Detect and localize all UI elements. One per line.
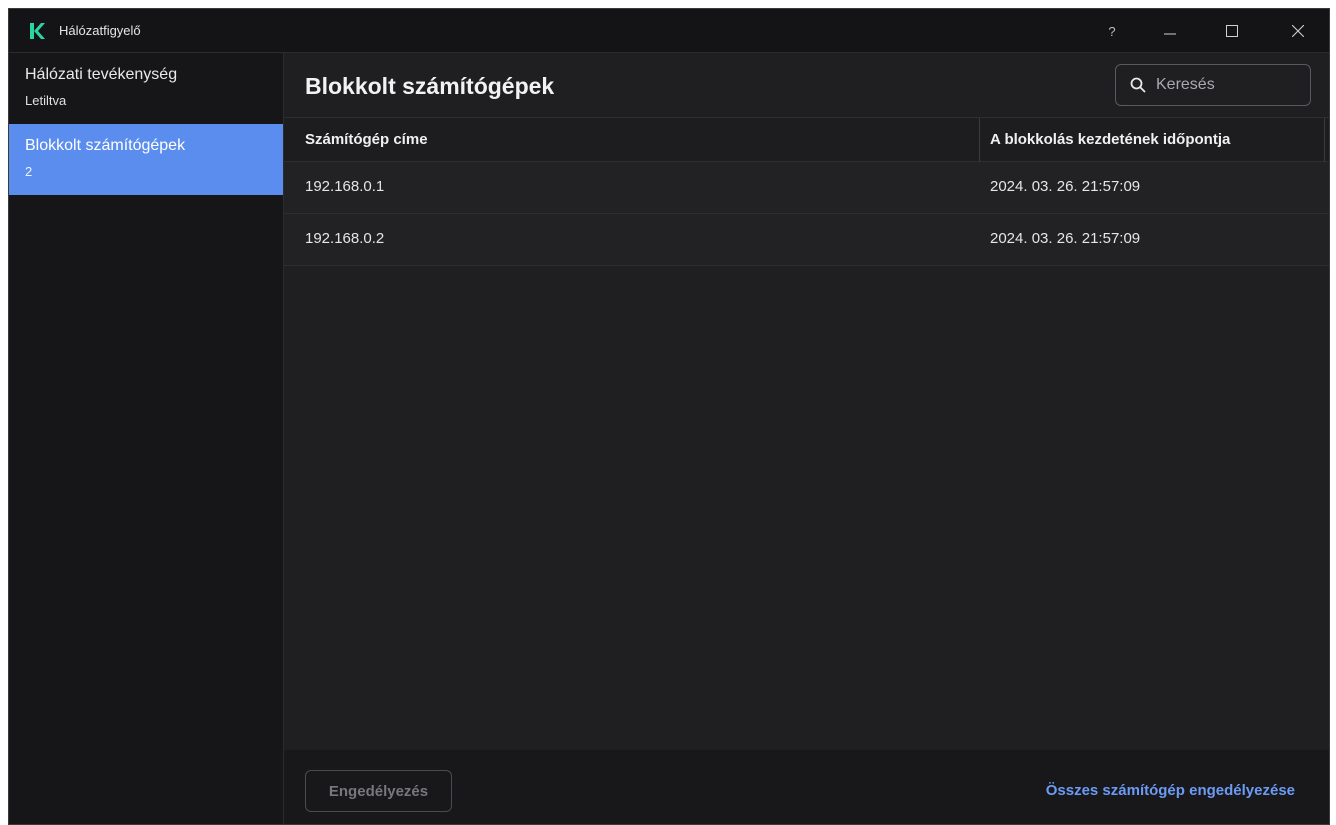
allow-button[interactable]: Engedélyezés xyxy=(305,770,452,812)
maximize-button[interactable] xyxy=(1209,9,1255,53)
help-button[interactable]: ? xyxy=(1089,9,1135,53)
column-divider[interactable] xyxy=(979,118,980,162)
sidebar-item-status: Letiltva xyxy=(25,93,67,108)
title-bar: Hálózatfigyelő ? xyxy=(9,9,1329,53)
allow-all-computers-link[interactable]: Összes számítógép engedélyezése xyxy=(1046,782,1295,799)
sidebar-item-count: 2 xyxy=(25,164,33,179)
action-bar: Engedélyezés Összes számítógép engedélye… xyxy=(284,750,1329,824)
window-title: Hálózatfigyelő xyxy=(59,23,141,38)
cell-block-start-time: 2024. 03. 26. 21:57:09 xyxy=(990,230,1141,247)
maximize-icon xyxy=(1226,25,1238,37)
sidebar-item-network-activity[interactable]: Hálózati tevékenység Letiltva xyxy=(9,53,283,123)
table-row[interactable]: 192.168.0.1 2024. 03. 26. 21:57:09 xyxy=(284,162,1329,214)
column-header-block-start-time[interactable]: A blokkolás kezdetének időpontja xyxy=(990,118,1230,162)
close-button[interactable] xyxy=(1275,9,1321,53)
kaspersky-logo-icon xyxy=(30,23,45,39)
app-window: Hálózatfigyelő ? Hálózati tevékenység Le… xyxy=(8,8,1330,825)
page-title: Blokkolt számítógépek xyxy=(305,73,555,99)
table-header: Számítógép címe A blokkolás kezdetének i… xyxy=(284,117,1329,162)
search-input[interactable] xyxy=(1156,76,1296,94)
cell-address: 192.168.0.2 xyxy=(305,230,385,247)
help-icon: ? xyxy=(1108,23,1116,39)
cell-block-start-time: 2024. 03. 26. 21:57:09 xyxy=(990,178,1141,195)
sidebar: Hálózati tevékenység Letiltva Blokkolt s… xyxy=(9,53,284,824)
table-row[interactable]: 192.168.0.2 2024. 03. 26. 21:57:09 xyxy=(284,214,1329,266)
minimize-button[interactable] xyxy=(1147,9,1193,53)
search-icon xyxy=(1130,77,1146,93)
sidebar-item-blocked-computers[interactable]: Blokkolt számítógépek 2 xyxy=(9,124,283,195)
column-header-address[interactable]: Számítógép címe xyxy=(305,118,428,162)
search-box[interactable] xyxy=(1115,64,1311,106)
sidebar-item-label: Hálózati tevékenység xyxy=(25,66,178,83)
column-divider[interactable] xyxy=(1324,118,1325,162)
main-panel: Blokkolt számítógépek Számítógép címe A … xyxy=(284,53,1329,824)
blocked-computers-table: Számítógép címe A blokkolás kezdetének i… xyxy=(284,117,1329,266)
close-icon xyxy=(1292,25,1304,37)
minimize-icon xyxy=(1164,33,1176,35)
sidebar-item-label: Blokkolt számítógépek xyxy=(25,137,186,154)
cell-address: 192.168.0.1 xyxy=(305,178,385,195)
